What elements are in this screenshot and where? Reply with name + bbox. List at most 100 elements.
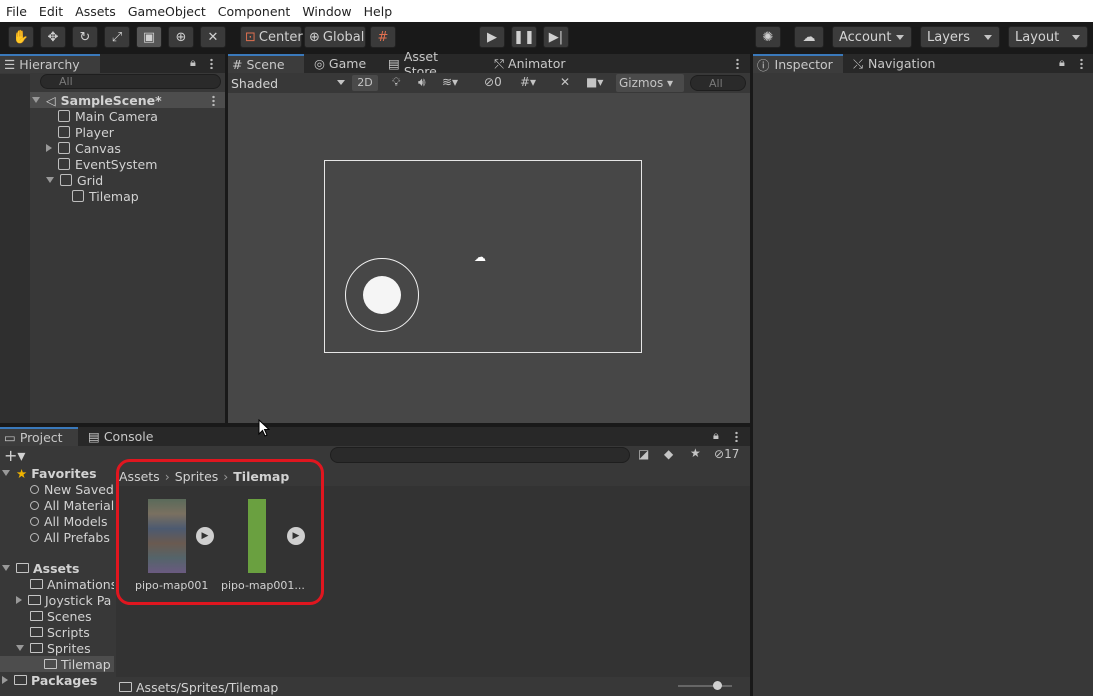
shading-label: Shaded xyxy=(231,75,279,91)
tab-hierarchy[interactable]: ☰ Hierarchy xyxy=(0,54,100,73)
player-sprite[interactable]: ☁ xyxy=(474,250,488,264)
more-icon[interactable] xyxy=(736,58,739,69)
collapse-icon[interactable] xyxy=(2,565,10,571)
collapse-icon[interactable] xyxy=(2,470,10,476)
zoom-slider-handle[interactable] xyxy=(713,681,722,690)
collab-icon[interactable]: ✺ xyxy=(755,26,781,48)
expand-icon[interactable] xyxy=(32,97,40,103)
camera-icon[interactable]: ■▾ xyxy=(586,75,603,89)
tab-animator[interactable]: ⤲ Animator xyxy=(490,54,570,73)
lock-icon[interactable]: 🔒︎ xyxy=(1059,56,1065,70)
rotate-tool-icon[interactable]: ↻ xyxy=(72,26,98,48)
menu-window[interactable]: Window xyxy=(296,4,357,19)
grid-toggle-icon[interactable]: #▾ xyxy=(520,75,536,89)
rect-tool-icon[interactable]: ▣ xyxy=(136,26,162,48)
cloud-icon[interactable]: ☁ xyxy=(794,26,824,48)
favorite-item[interactable]: All Prefabs xyxy=(30,529,110,545)
collapse-icon[interactable] xyxy=(46,177,54,183)
grid-snap-icon[interactable]: # xyxy=(370,26,396,48)
effects-icon[interactable]: ≋▾ xyxy=(442,75,458,89)
favorite-label: All Materials xyxy=(44,497,114,513)
layers-dropdown[interactable]: Layers xyxy=(920,26,1000,48)
lighting-icon[interactable]: 💡︎ xyxy=(392,75,400,90)
expand-icon[interactable] xyxy=(46,144,52,152)
hierarchy-item-player[interactable]: Player xyxy=(58,124,114,140)
scale-tool-icon[interactable]: ⤢ xyxy=(104,26,130,48)
tab-console[interactable]: ▤ Console xyxy=(84,427,164,446)
assets-root[interactable]: Assets xyxy=(2,560,79,576)
hand-tool-icon[interactable]: ✋ xyxy=(8,26,34,48)
list-icon: ☰ xyxy=(4,57,16,72)
folder-item[interactable]: Scripts xyxy=(30,624,90,640)
favorite-item[interactable]: New Saved xyxy=(30,481,114,497)
tab-scene[interactable]: # Scene xyxy=(228,54,304,73)
more-icon[interactable] xyxy=(1080,58,1083,69)
tab-project[interactable]: ▭ Project xyxy=(0,427,78,446)
filter-type-icon[interactable]: ◪ xyxy=(638,447,649,461)
hierarchy-item-main-camera[interactable]: Main Camera xyxy=(58,108,158,124)
favorite-item[interactable]: All Materials xyxy=(30,497,114,513)
menu-gameobject[interactable]: GameObject xyxy=(122,4,212,19)
menu-assets[interactable]: Assets xyxy=(69,4,122,19)
collapse-icon[interactable] xyxy=(16,645,24,651)
zoom-slider-track[interactable] xyxy=(678,685,732,687)
play-button[interactable]: ▶ xyxy=(479,26,505,48)
account-dropdown[interactable]: Account xyxy=(832,26,912,48)
create-button[interactable]: +▾ xyxy=(4,446,25,465)
tab-asset-store[interactable]: ▤ Asset Store xyxy=(384,49,474,79)
folder-item-selected[interactable]: Tilemap xyxy=(0,656,114,672)
project-search-input[interactable] xyxy=(330,447,630,463)
menu-component[interactable]: Component xyxy=(212,4,297,19)
hierarchy-item-eventsystem[interactable]: EventSystem xyxy=(58,156,157,172)
space-toggle-button[interactable]: ⊕ Global xyxy=(304,26,366,48)
folder-item[interactable]: Sprites xyxy=(16,640,91,656)
scene-search-input[interactable]: All xyxy=(690,75,746,91)
more-icon[interactable] xyxy=(210,58,213,69)
hidden-packages-icon[interactable]: ⊘17 xyxy=(714,447,739,461)
pause-button[interactable]: ❚❚ xyxy=(511,26,537,48)
shading-dropdown[interactable]: Shaded xyxy=(231,75,345,91)
menu-file[interactable]: File xyxy=(0,4,33,19)
step-button[interactable]: ▶| xyxy=(543,26,569,48)
layout-dropdown[interactable]: Layout xyxy=(1008,26,1088,48)
tab-inspector[interactable]: ⓘ Inspector xyxy=(753,54,843,73)
2d-toggle-button[interactable]: 2D xyxy=(352,75,378,91)
favorite-star-icon[interactable]: ★ xyxy=(690,446,701,460)
menu-help[interactable]: Help xyxy=(358,4,399,19)
expand-icon[interactable] xyxy=(16,596,22,604)
more-icon[interactable] xyxy=(212,95,215,106)
expand-icon[interactable] xyxy=(2,676,8,684)
tab-game[interactable]: ◎ Game xyxy=(310,54,380,73)
lock-icon[interactable]: 🔒︎ xyxy=(190,56,196,70)
folder-item[interactable]: Scenes xyxy=(30,608,92,624)
favorites-header[interactable]: ★ Favorites xyxy=(2,465,97,481)
search-placeholder: All xyxy=(59,75,73,88)
transform-tool-icon[interactable]: ⊕ xyxy=(168,26,194,48)
folder-label: Tilemap xyxy=(61,656,111,672)
filter-label-icon[interactable]: ◆ xyxy=(664,447,673,461)
packages-root[interactable]: Packages xyxy=(2,672,97,688)
folder-item[interactable]: Animations xyxy=(30,576,114,592)
menu-edit[interactable]: Edit xyxy=(33,4,69,19)
lock-icon[interactable]: 🔒︎ xyxy=(713,429,719,443)
layout-label: Layout xyxy=(1015,29,1060,45)
chevron-down-icon xyxy=(337,80,345,85)
item-label: Canvas xyxy=(75,140,121,156)
joystick-knob[interactable] xyxy=(363,276,401,314)
hierarchy-item-canvas[interactable]: Canvas xyxy=(46,140,121,156)
folder-item[interactable]: Joystick Pa xyxy=(16,592,111,608)
tools-icon[interactable]: ✕ xyxy=(560,75,570,89)
pivot-toggle-button[interactable]: ⊡ Center xyxy=(240,26,303,48)
hierarchy-item-tilemap[interactable]: Tilemap xyxy=(72,188,139,204)
audio-icon[interactable]: 🔊︎ xyxy=(418,75,426,90)
custom-tool-icon[interactable]: ✕ xyxy=(200,26,226,48)
more-icon[interactable] xyxy=(735,431,738,442)
move-tool-icon[interactable]: ✥ xyxy=(40,26,66,48)
hierarchy-search-input[interactable]: All xyxy=(40,74,221,89)
hidden-objects-icon[interactable]: ⊘0 xyxy=(484,75,502,89)
gizmos-dropdown[interactable]: Gizmos ▾ xyxy=(616,74,684,92)
hierarchy-item-grid[interactable]: Grid xyxy=(46,172,103,188)
tab-navigation[interactable]: ⤯ Navigation xyxy=(849,54,949,73)
scene-row[interactable]: ◁ SampleScene* xyxy=(0,92,225,108)
favorite-item[interactable]: All Models xyxy=(30,513,108,529)
